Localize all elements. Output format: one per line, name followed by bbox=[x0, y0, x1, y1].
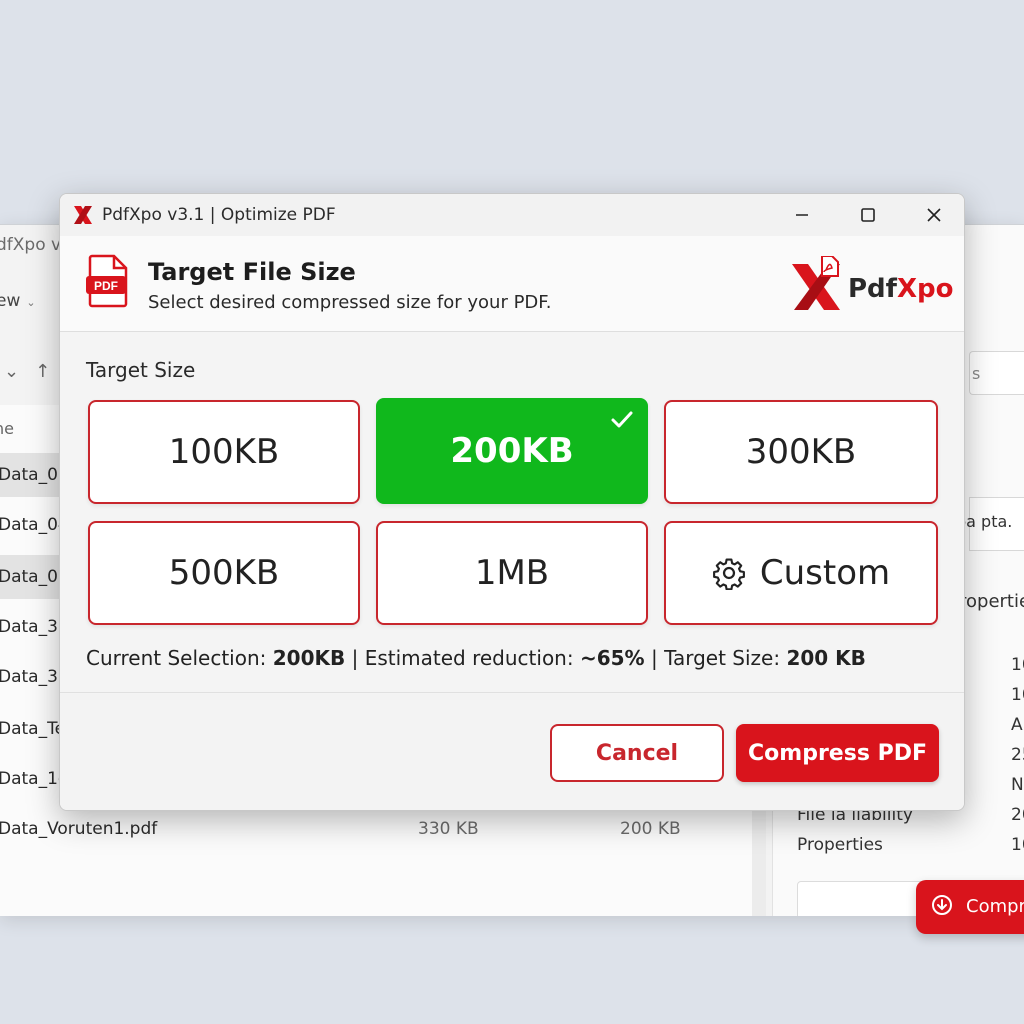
target-size-label: Target Size bbox=[86, 358, 196, 382]
brand-name-prefix: Pdf bbox=[848, 274, 897, 304]
size-option-500kb[interactable]: 500KB bbox=[88, 521, 360, 625]
file-name: Data_Voruten1.pdf bbox=[0, 819, 158, 839]
dialog-footer: Cancel Compress PDF bbox=[60, 694, 964, 810]
summary-reduction-label: Estimated reduction: bbox=[364, 646, 580, 670]
size-option-label: 200KB bbox=[450, 431, 574, 471]
gear-icon bbox=[712, 558, 745, 590]
brand-name-suffix: Xpo bbox=[896, 274, 954, 304]
dialog-body bbox=[60, 333, 964, 693]
property-label: Properties bbox=[797, 835, 883, 855]
search-input-text: s bbox=[972, 364, 981, 383]
cancel-button[interactable]: Cancel bbox=[550, 724, 724, 782]
size-option-label: 100KB bbox=[168, 432, 280, 472]
column-header-name[interactable]: ne bbox=[0, 419, 14, 438]
app-logo-icon bbox=[74, 206, 92, 224]
size-option-200kb[interactable]: 200KB bbox=[376, 398, 648, 504]
summary-target-value: 200 KB bbox=[786, 646, 866, 670]
pdf-file-icon: PDF bbox=[86, 254, 128, 308]
summary-reduction-value: ~65% bbox=[579, 646, 645, 670]
summary-target-label: Target Size: bbox=[664, 646, 787, 670]
properties-title: ropertie bbox=[959, 591, 1024, 612]
chevron-down-icon[interactable]: ⌄ bbox=[4, 361, 35, 382]
nav-buttons: ⌄↑ bbox=[4, 361, 66, 382]
minimize-button[interactable] bbox=[788, 202, 816, 228]
size-option-1mb[interactable]: 1MB bbox=[376, 521, 648, 625]
view-menu-label: ew bbox=[0, 291, 21, 311]
size-option-100kb[interactable]: 100KB bbox=[88, 400, 360, 504]
optimize-pdf-dialog: PdfXpo v3.1 | Optimize PDF PDF Target Fi… bbox=[59, 193, 965, 811]
maximize-icon bbox=[861, 208, 875, 222]
brand-name: PdfXpo bbox=[848, 274, 954, 304]
size-option-300kb[interactable]: 300KB bbox=[664, 400, 938, 504]
dialog-subheading: Select desired compressed size for your … bbox=[148, 292, 552, 313]
summary-current-value: 200KB bbox=[272, 646, 346, 670]
file-name: Data_Te bbox=[0, 719, 66, 739]
minimize-icon bbox=[796, 214, 808, 216]
file-size: 330 KB bbox=[418, 819, 479, 839]
property-value: N bbox=[1011, 775, 1024, 795]
path-field[interactable]: pa pta. bbox=[956, 497, 1024, 551]
view-menu[interactable]: ew ⌄ bbox=[0, 291, 36, 311]
background-window-title: dfXpo v bbox=[0, 235, 62, 255]
property-value: 20 bbox=[1011, 805, 1024, 825]
pdf-icon-label: PDF bbox=[94, 279, 118, 293]
property-value: 25 bbox=[1011, 745, 1024, 765]
check-icon bbox=[611, 411, 633, 428]
property-value: 10 bbox=[1011, 685, 1024, 705]
property-value: 10 bbox=[1011, 655, 1024, 675]
size-option-label: 500KB bbox=[168, 553, 280, 593]
summary-separator: | bbox=[345, 646, 365, 670]
size-option-label: 1MB bbox=[474, 553, 550, 593]
file-new-size: 200 KB bbox=[620, 819, 681, 839]
dialog-heading: Target File Size bbox=[148, 258, 356, 286]
file-row[interactable]: Data_Voruten1.pdf 330 KB 200 KB bbox=[0, 807, 752, 851]
chevron-down-icon: ⌄ bbox=[26, 296, 36, 309]
size-option-custom[interactable]: Custom bbox=[664, 521, 938, 625]
size-option-label: Custom bbox=[759, 553, 891, 593]
download-icon bbox=[930, 893, 954, 922]
summary-current-label: Current Selection: bbox=[86, 646, 273, 670]
dialog-titlebar[interactable]: PdfXpo v3.1 | Optimize PDF bbox=[60, 194, 964, 236]
close-icon bbox=[927, 208, 941, 222]
dialog-header: PDF Target File Size Select desired comp… bbox=[60, 236, 964, 332]
selection-summary: Current Selection: 200KB | Estimated red… bbox=[86, 646, 866, 670]
close-button[interactable] bbox=[920, 202, 948, 228]
maximize-button[interactable] bbox=[854, 202, 882, 228]
property-value: Au bbox=[1011, 715, 1024, 735]
compress-pdf-button[interactable]: Compress PDF bbox=[736, 724, 939, 782]
size-option-label: 300KB bbox=[745, 432, 857, 472]
property-value: 10 bbox=[1011, 835, 1024, 855]
summary-separator: | bbox=[644, 646, 665, 670]
brand-logo: PdfXpo bbox=[788, 252, 954, 316]
background-compress-label: Compr bbox=[966, 896, 1024, 917]
background-compress-button[interactable]: Compr bbox=[916, 880, 1024, 934]
window-title: PdfXpo v3.1 | Optimize PDF bbox=[102, 205, 336, 225]
brand-x-icon bbox=[792, 256, 840, 310]
search-input[interactable]: s bbox=[969, 351, 1024, 395]
